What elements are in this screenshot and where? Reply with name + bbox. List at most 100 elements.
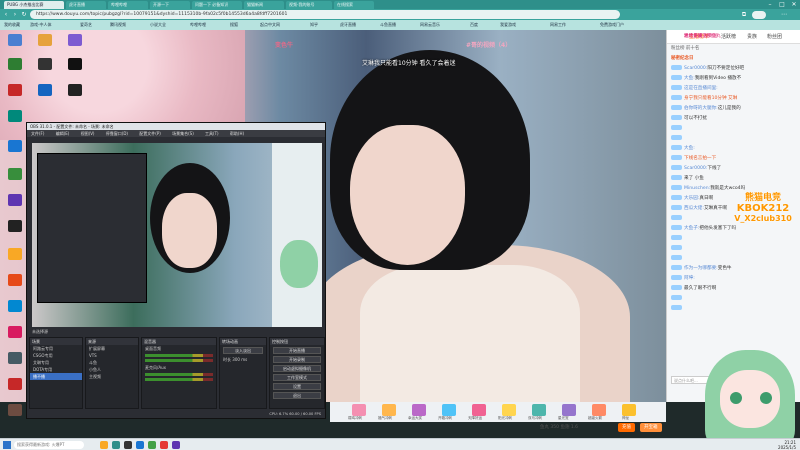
bookmark[interactable]: 搜狐: [230, 22, 238, 28]
bookmark[interactable]: 游戏-中人体: [30, 22, 51, 28]
desktop-icon[interactable]: [8, 194, 22, 206]
scene-item[interactable]: DOTA专用: [30, 366, 82, 373]
obs-menu-item[interactable]: 文件(F): [31, 131, 44, 136]
desktop-icon[interactable]: [8, 378, 22, 390]
source-item[interactable]: 小鱼人: [86, 366, 138, 373]
menu-icon[interactable]: ⋯: [780, 10, 788, 19]
start-streaming-button[interactable]: 开始直播: [273, 347, 321, 354]
browser-tab[interactable]: 开源一下: [150, 1, 190, 9]
tab-active-rank[interactable]: 活跃榜: [721, 33, 736, 40]
gift-icon[interactable]: [502, 404, 516, 416]
desktop-icon[interactable]: [8, 248, 22, 260]
gift-icon[interactable]: [622, 404, 636, 416]
obs-menu-item[interactable]: 配置文件(P): [139, 131, 161, 136]
virtual-camera-button[interactable]: 启动虚拟摄像机: [273, 365, 321, 372]
browser-tab[interactable]: 哔哩哔哩: [108, 1, 148, 9]
forward-icon[interactable]: ›: [11, 10, 19, 19]
studio-mode-button[interactable]: 工作室模式: [273, 374, 321, 381]
maximize-icon[interactable]: □: [776, 0, 788, 9]
refresh-icon[interactable]: ↻: [20, 10, 28, 19]
obs-icon[interactable]: [124, 441, 132, 449]
desktop-icon[interactable]: [38, 58, 52, 70]
duration-input[interactable]: 300 ms: [232, 357, 247, 362]
source-item[interactable]: 主视频: [86, 373, 138, 380]
browser-tab[interactable]: 在线搜索: [334, 1, 374, 9]
browser-tab[interactable]: 猫猫新闻: [244, 1, 284, 9]
chat-username[interactable]: 作为一为哪都要:: [684, 266, 718, 271]
close-icon[interactable]: ✕: [788, 0, 800, 9]
bookmark[interactable]: 爱奇艺: [80, 22, 92, 28]
obs-menu-item[interactable]: 视图(V): [81, 131, 95, 136]
chat-username[interactable]: 阿坤:: [684, 276, 695, 281]
desktop-icon[interactable]: [8, 58, 22, 70]
bookmark[interactable]: 腾讯视频: [110, 22, 126, 28]
bookmark[interactable]: 我的收藏: [4, 22, 20, 28]
back-icon[interactable]: ‹: [2, 10, 10, 19]
bookmark[interactable]: 小说大全: [150, 22, 166, 28]
minimize-icon[interactable]: –: [764, 0, 776, 9]
obs-preview[interactable]: [32, 143, 322, 327]
chat-username[interactable]: Scar0000:: [684, 66, 707, 71]
scene-item[interactable]: 艾琳专用: [30, 359, 82, 366]
desktop-icon[interactable]: [8, 352, 22, 364]
tab-fan-club[interactable]: 粉丝团: [767, 33, 782, 40]
gift-icon[interactable]: [592, 404, 606, 416]
app-icon[interactable]: [148, 441, 156, 449]
app-icon[interactable]: [160, 441, 168, 449]
gift-icon[interactable]: [382, 404, 396, 416]
chat-username[interactable]: 大乐园:: [684, 196, 699, 201]
desktop-icon[interactable]: [68, 84, 82, 96]
tab-nobles[interactable]: 贵族: [747, 33, 757, 40]
bookmark[interactable]: 网易云音乐: [420, 22, 440, 28]
address-input[interactable]: https://www.douyu.com/topic/pubgzgl?rid=…: [30, 10, 620, 19]
desktop-icon[interactable]: [8, 300, 22, 312]
desktop-icon[interactable]: [8, 110, 22, 122]
desktop-icon[interactable]: [38, 84, 52, 96]
obs-menu-item[interactable]: 帮助(H): [230, 131, 244, 136]
obs-menu-item[interactable]: 编辑(E): [56, 131, 70, 136]
desktop-icon[interactable]: [8, 274, 22, 286]
bookmark[interactable]: 我爱游戏: [500, 22, 516, 28]
gift-icon[interactable]: [472, 404, 486, 416]
gift-icon[interactable]: [352, 404, 366, 416]
bookmark[interactable]: 网易工作: [550, 22, 566, 28]
scene-item[interactable]: 播不播: [30, 373, 82, 380]
chat-username[interactable]: 大鱼:: [684, 146, 695, 151]
desktop-icon[interactable]: [8, 84, 22, 96]
extensions-icon[interactable]: ⧉: [740, 10, 748, 19]
source-item[interactable]: 斗鱼: [86, 359, 138, 366]
bookmark[interactable]: 斗鱼直播: [380, 22, 396, 28]
source-item[interactable]: 扩展屏幕: [86, 345, 138, 352]
taskbar-clock[interactable]: 21:21 2025/1/5: [778, 440, 796, 450]
browser-tab[interactable]: 问题一下 必备知识: [192, 1, 242, 9]
bookmark[interactable]: 起点中文网: [260, 22, 280, 28]
exit-button[interactable]: 退出: [273, 392, 321, 399]
start-recording-button[interactable]: 开始录制: [273, 356, 321, 363]
gift-icon[interactable]: [532, 404, 546, 416]
gift-icon[interactable]: [412, 404, 426, 416]
desktop-icon[interactable]: [8, 34, 22, 46]
browser-icon[interactable]: [112, 441, 120, 449]
chat-username[interactable]: 这是在直播间里:: [684, 86, 718, 91]
browser-tab[interactable]: 视频-我的账号: [286, 1, 332, 9]
gift-icon[interactable]: [442, 404, 456, 416]
gift-icon[interactable]: [562, 404, 576, 416]
obs-menu-item[interactable]: 场景集合(S): [172, 131, 194, 136]
app-icon[interactable]: [172, 441, 180, 449]
bookmark[interactable]: 百度: [470, 22, 478, 28]
scene-item[interactable]: CSGO专用: [30, 352, 82, 359]
desktop-icon[interactable]: [68, 58, 82, 70]
source-item[interactable]: VTS: [86, 352, 138, 359]
start-icon[interactable]: [3, 441, 11, 449]
desktop-icon[interactable]: [8, 140, 22, 152]
obs-menu-item[interactable]: 工具(T): [205, 131, 219, 136]
recharge-button[interactable]: 充值: [618, 423, 635, 432]
chat-username[interactable]: Minuschen:: [684, 186, 710, 191]
taskbar-search[interactable]: 搜索获得最新游戏: 火爆PT: [14, 441, 84, 449]
desktop-icon[interactable]: [38, 34, 52, 46]
desktop-icon[interactable]: [8, 404, 22, 416]
chat-username[interactable]: 大鱼:: [684, 76, 695, 81]
avatar[interactable]: [752, 11, 766, 19]
desktop-icon[interactable]: [68, 34, 82, 46]
bookmark[interactable]: 免费游戏门户: [600, 22, 624, 28]
